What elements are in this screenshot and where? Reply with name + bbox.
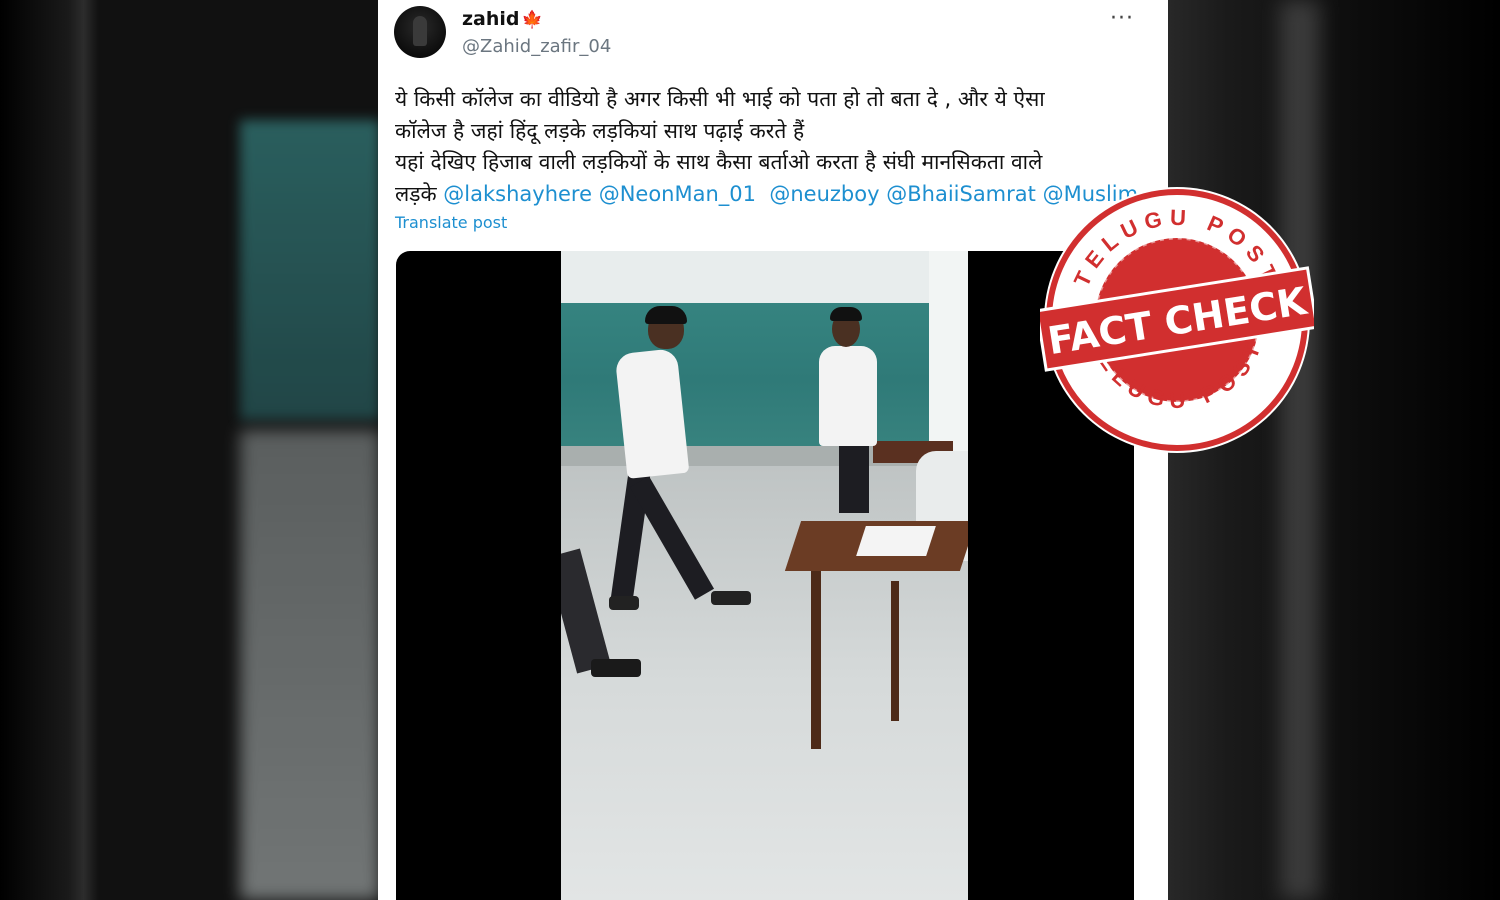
person-front-shoe	[711, 591, 751, 605]
desk-leg	[811, 569, 821, 749]
mention-link[interactable]: @BhaiiSamrat	[886, 182, 1036, 206]
person-back-legs	[839, 443, 869, 513]
person-front-shoe	[609, 596, 639, 610]
tweet-text-line-2: कॉलेज है जहां हिंदू लड़के लड़कियां साथ प…	[395, 118, 805, 143]
background-blur-teal	[240, 120, 380, 420]
mention-link[interactable]: @NeonMan_01	[599, 182, 756, 206]
tweet-text-line-4-prefix: लड़के	[395, 181, 444, 206]
mention-link[interactable]: @neuzboy	[769, 182, 879, 206]
person-front-hair	[645, 306, 687, 324]
person-back-shirt	[819, 346, 877, 446]
display-name[interactable]: zahid 🍁	[462, 8, 543, 30]
mention-link[interactable]: @lakshayhere	[443, 182, 592, 206]
tweet-text-line-1: ये किसी कॉलेज का वीडियो है अगर किसी भी भ…	[395, 87, 1045, 111]
more-options-icon[interactable]: ···	[1110, 6, 1134, 31]
translate-post-link[interactable]: Translate post	[395, 213, 507, 232]
video-player[interactable]	[396, 251, 1134, 900]
tweet-text-line-3: यहां देखिए हिजाब वाली लड़कियों के साथ कै…	[395, 150, 1043, 174]
background-blur-floor	[240, 430, 380, 900]
desk-leg	[891, 581, 899, 721]
maple-leaf-icon: 🍁	[521, 10, 543, 30]
user-handle[interactable]: @Zahid_zafir_04	[462, 36, 611, 57]
person-back-hair	[830, 307, 862, 321]
avatar-figure	[413, 16, 427, 46]
paper	[856, 526, 936, 556]
person-edge-shoe	[591, 659, 641, 677]
video-frame	[561, 251, 968, 900]
display-name-text: zahid	[462, 8, 520, 30]
window-light	[929, 251, 968, 471]
fact-check-stamp: TELUGU POST TELUGU POST FACT CHECK	[1040, 187, 1314, 453]
person-front-shirt	[614, 348, 690, 479]
wall-top	[561, 251, 968, 303]
avatar[interactable]	[394, 6, 446, 58]
